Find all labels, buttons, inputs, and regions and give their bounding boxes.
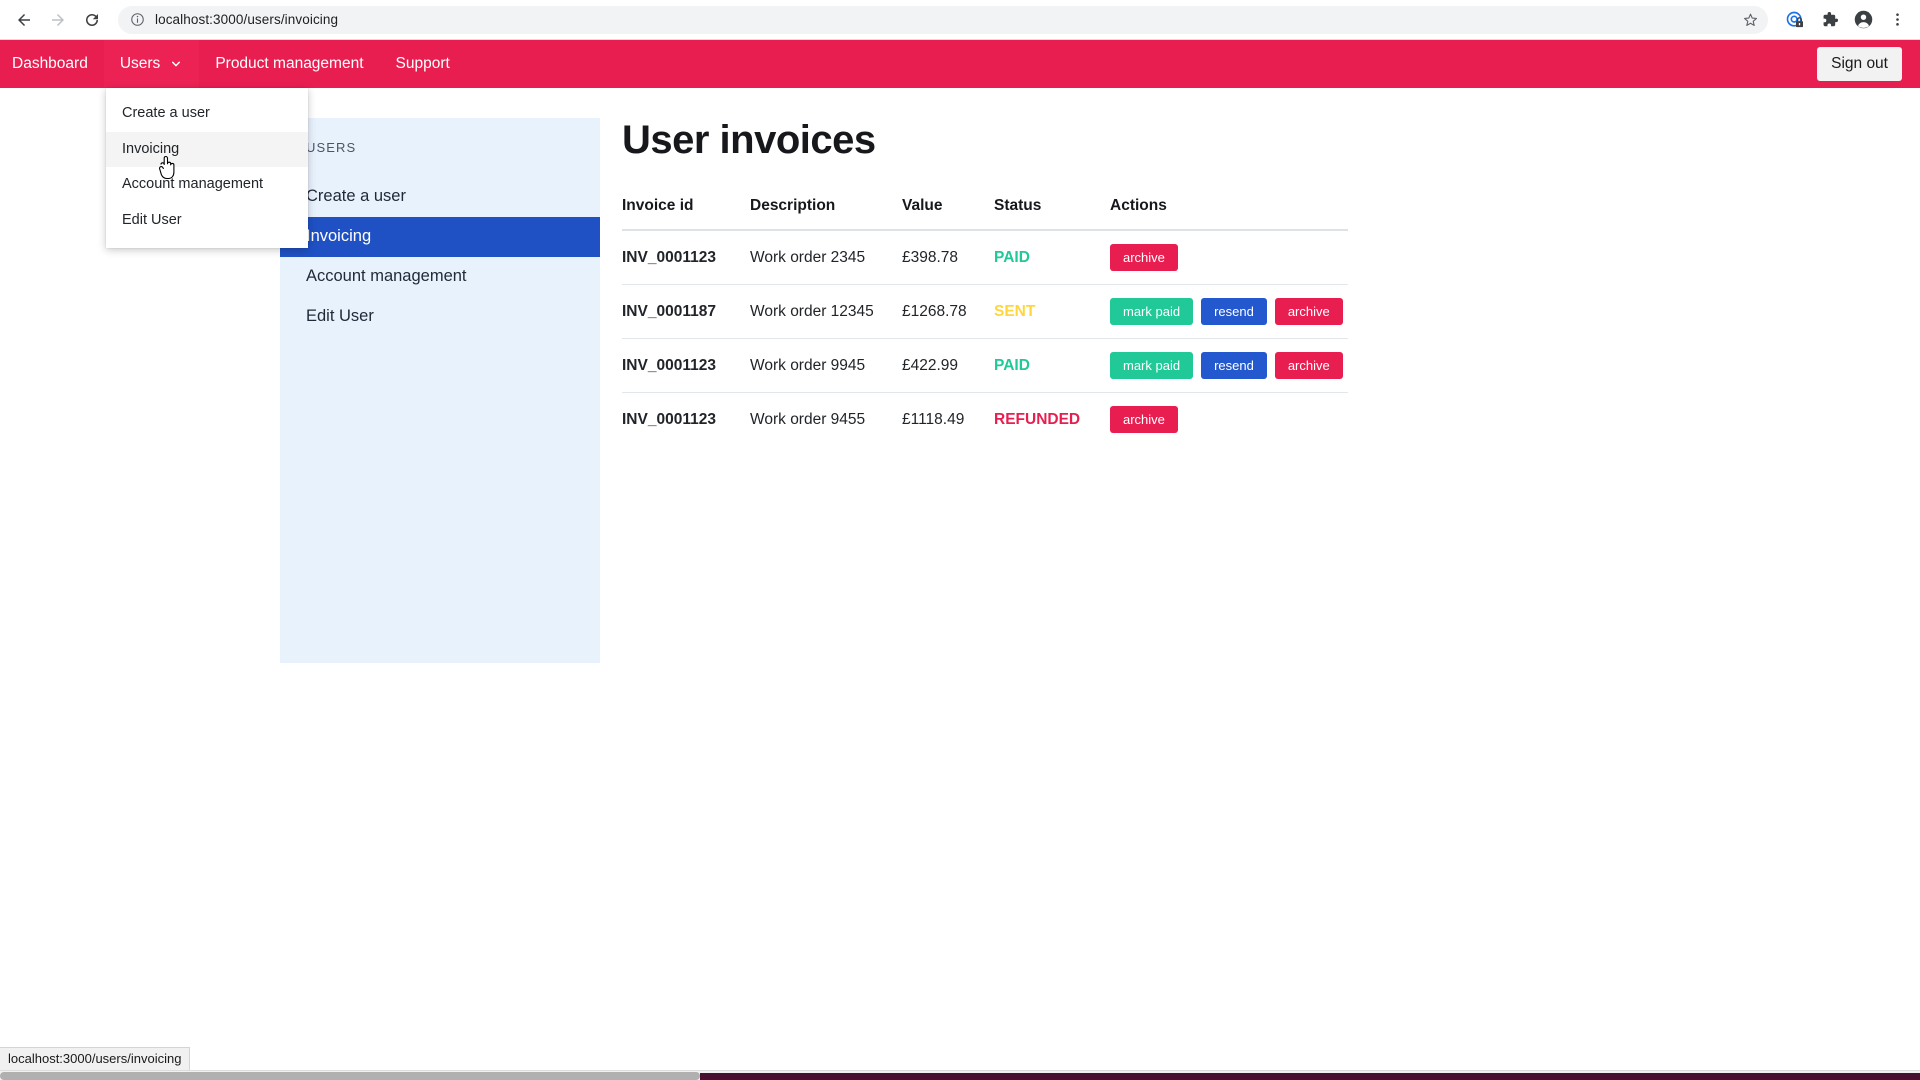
resend-button[interactable]: resend — [1201, 298, 1267, 325]
resend-button[interactable]: resend — [1201, 352, 1267, 379]
cell-actions: archive — [1110, 393, 1348, 447]
table-row: INV_0001123 Work order 2345 £398.78 PAID arc… — [622, 230, 1348, 285]
action-button-group: archive — [1110, 406, 1348, 433]
mark-paid-button[interactable]: mark paid — [1110, 352, 1194, 379]
action-button-group: mark paid resend archive — [1110, 352, 1348, 379]
cell-status: PAID — [994, 338, 1110, 393]
chevron-down-icon — [169, 57, 183, 71]
privacy-lock-icon[interactable] — [1780, 5, 1810, 35]
cell-value: £422.99 — [902, 338, 994, 393]
invoices-table: Invoice id Description Value Status Acti… — [622, 197, 1348, 446]
sidebar-item-edit-user[interactable]: Edit User — [280, 297, 600, 337]
status-badge: PAID — [994, 248, 1030, 266]
cell-status: PAID — [994, 230, 1110, 285]
cell-description: Work order 9455 — [750, 410, 866, 428]
cell-invoice-id: INV_0001123 — [622, 230, 750, 285]
back-arrow-icon[interactable] — [8, 4, 40, 36]
cell-actions: archive — [1110, 230, 1348, 285]
chrome-menu-icon[interactable] — [1882, 5, 1912, 35]
cell-status: SENT — [994, 284, 1110, 339]
archive-button[interactable]: archive — [1110, 244, 1178, 271]
nav-item-support[interactable]: Support — [380, 40, 466, 88]
users-dropdown-menu: Create a user Invoicing Account manageme… — [106, 88, 308, 249]
archive-button[interactable]: archive — [1274, 352, 1343, 379]
sidebar-heading: USERS — [306, 140, 357, 155]
cell-status: REFUNDED — [994, 393, 1110, 447]
sign-out-button[interactable]: Sign out — [1817, 47, 1902, 81]
page-title: User invoices — [622, 118, 876, 162]
window-bottom-edge — [700, 1073, 1920, 1080]
sidebar-item-invoicing[interactable]: Invoicing — [280, 216, 600, 257]
address-bar[interactable]: localhost:3000/users/invoicing — [118, 5, 1768, 34]
action-button-group: archive — [1110, 244, 1348, 271]
extensions-puzzle-icon[interactable] — [1814, 5, 1844, 35]
column-header-actions: Actions — [1110, 197, 1348, 231]
bookmark-star-icon[interactable] — [1738, 8, 1762, 32]
main-content: User invoices Invoice id Description Val… — [622, 118, 1352, 446]
dropdown-item-create-a-user[interactable]: Create a user — [106, 96, 308, 132]
cell-value: £1268.78 — [902, 284, 994, 339]
cell-value: £398.78 — [902, 230, 994, 285]
dropdown-item-account-management[interactable]: Account management — [106, 167, 308, 203]
forward-arrow-icon[interactable] — [42, 4, 74, 36]
profile-avatar-icon[interactable] — [1848, 5, 1878, 35]
column-header-invoice-id: Invoice id — [622, 197, 750, 231]
cell-description: Work order 9945 — [750, 338, 902, 393]
table-header: Invoice id Description Value Status Acti… — [622, 197, 1348, 231]
cell-invoice-id: INV_0001187 — [622, 284, 750, 339]
browser-toolbar: localhost:3000/users/invoicing — [0, 0, 1920, 40]
nav-item-label: Dashboard — [12, 55, 88, 72]
column-header-value: Value — [902, 197, 994, 231]
nav-item-label: Product management — [215, 55, 364, 72]
browser-status-bar: localhost:3000/users/invoicing — [0, 1047, 191, 1070]
cell-description: Work order 12345 — [750, 284, 902, 339]
column-header-status: Status — [994, 197, 1110, 231]
site-info-icon[interactable] — [130, 12, 145, 27]
table-body: INV_0001123 Work order 2345 £398.78 PAID arc… — [622, 230, 1348, 446]
cell-actions: mark paid resend archive — [1110, 338, 1348, 393]
sidebar-item-create-a-user[interactable]: Create a user — [280, 177, 600, 217]
table-row: INV_0001123 Work order 9945 £422.99 PAID mar… — [622, 338, 1348, 393]
app-navbar: Dashboard Users Product management Suppo… — [0, 40, 1920, 88]
nav-item-product-management[interactable]: Product management — [199, 40, 379, 88]
nav-item-users[interactable]: Users — [103, 40, 200, 88]
nav-item-label: Users — [119, 55, 161, 72]
browser-toolbar-icons — [1780, 5, 1920, 35]
cell-description: Work order 2345 — [750, 230, 902, 285]
cell-actions: mark paid resend archive — [1110, 284, 1348, 339]
sidebar: USERS Create a user Invoicing Account ma… — [280, 118, 600, 663]
column-header-description: Description — [750, 197, 902, 231]
status-badge: SENT — [994, 302, 1036, 320]
mark-paid-button[interactable]: mark paid — [1110, 298, 1194, 325]
scrollbar-thumb[interactable] — [0, 1072, 700, 1080]
table-row: INV_0001187 Work order 12345 £1268.78 SENT m… — [622, 284, 1348, 339]
dropdown-item-edit-user[interactable]: Edit User — [106, 203, 308, 239]
archive-button[interactable]: archive — [1274, 298, 1343, 325]
status-badge: REFUNDED — [994, 410, 1081, 428]
cell-invoice-id: INV_0001123 — [622, 410, 716, 428]
address-bar-url: localhost:3000/users/invoicing — [155, 12, 339, 27]
cell-invoice-id: INV_0001123 — [622, 338, 750, 393]
browser-nav-buttons — [0, 4, 108, 36]
nav-item-dashboard[interactable]: Dashboard — [0, 40, 104, 88]
sign-out-container: Sign out — [1817, 47, 1920, 81]
reload-icon[interactable] — [76, 4, 108, 36]
cell-value: £1118.49 — [902, 410, 965, 428]
nav-item-label: Support — [395, 55, 450, 72]
table-header-row: Invoice id Description Value Status Acti… — [622, 197, 1348, 231]
archive-button[interactable]: archive — [1110, 406, 1178, 433]
sidebar-item-account-management[interactable]: Account management — [280, 257, 600, 297]
status-badge: PAID — [994, 356, 1030, 374]
dropdown-item-invoicing[interactable]: Invoicing — [106, 131, 308, 168]
table-row: INV_0001123 Work order 9455 £1118.49 REFUND… — [622, 393, 1348, 447]
action-button-group: mark paid resend archive — [1110, 298, 1348, 325]
